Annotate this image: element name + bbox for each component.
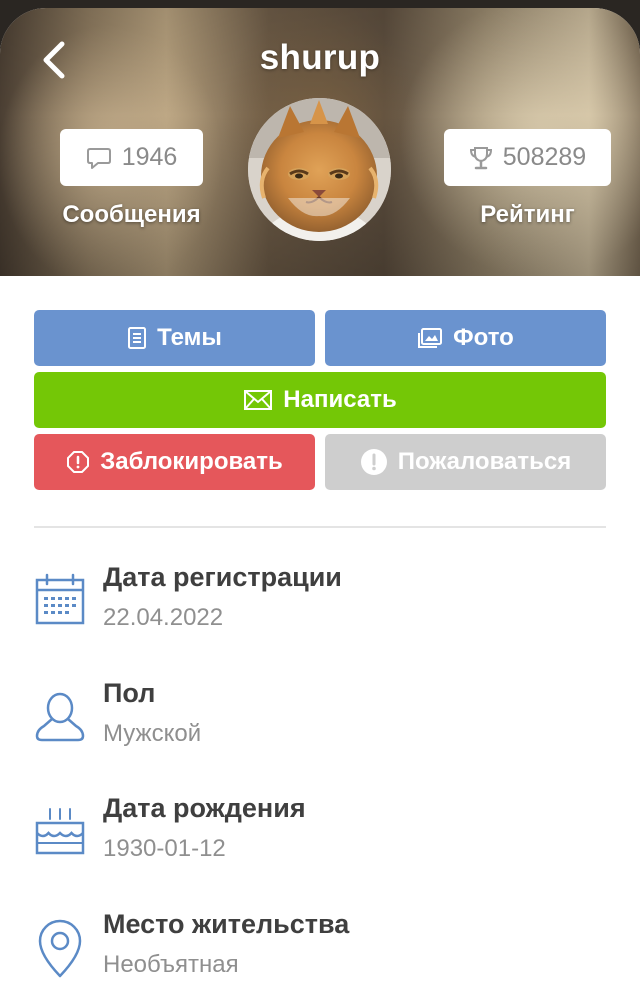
info-value: 1930-01-12	[103, 835, 226, 862]
messages-label: Сообщения	[62, 201, 201, 228]
profile-screen: shurup 1946 Сообщения 508289 Рейтинг Тем…	[0, 8, 640, 987]
photo-gallery-icon	[418, 328, 443, 348]
person-icon	[35, 692, 85, 742]
info-row-gender: Пол Мужской	[34, 678, 606, 768]
info-value: Необъятная	[103, 951, 239, 978]
envelope-icon	[244, 390, 273, 410]
info-label: Пол	[103, 678, 156, 708]
info-row-birth-date: Дата рождения 1930-01-12	[34, 793, 606, 883]
write-message-button[interactable]: Написать	[34, 372, 606, 428]
trophy-icon	[469, 146, 492, 169]
info-label: Дата регистрации	[103, 562, 342, 592]
avatar-cat-image	[248, 98, 391, 241]
photo-button-label: Фото	[453, 324, 514, 351]
octagon-warning-icon	[67, 451, 90, 473]
info-row-registration-date: Дата регистрации 22.04.2022	[34, 562, 606, 652]
location-pin-icon	[38, 919, 82, 978]
cake-icon	[35, 808, 85, 855]
topics-button-label: Темы	[157, 324, 222, 351]
rating-label: Рейтинг	[480, 201, 575, 228]
photo-button[interactable]: Фото	[325, 310, 606, 366]
profile-header: shurup 1946 Сообщения 508289 Рейтинг	[0, 8, 640, 276]
username-title: shurup	[259, 38, 381, 77]
info-value: 22.04.2022	[103, 604, 224, 631]
document-icon	[128, 327, 147, 349]
info-label: Место жительства	[103, 909, 350, 939]
write-button-label: Написать	[283, 386, 397, 413]
rating-box[interactable]: 508289	[444, 129, 611, 186]
report-button-label: Пожаловаться	[397, 448, 572, 475]
info-value: Мужской	[103, 720, 202, 747]
info-label: Дата рождения	[103, 793, 306, 823]
section-divider	[34, 526, 606, 528]
calendar-icon	[35, 573, 85, 625]
topics-button[interactable]: Темы	[34, 310, 315, 366]
block-button-label: Заблокировать	[100, 448, 283, 475]
avatar[interactable]	[248, 98, 391, 241]
report-button[interactable]: Пожаловаться	[325, 434, 606, 490]
rating-value: 508289	[502, 143, 587, 171]
chat-bubble-icon	[86, 147, 111, 169]
info-row-location: Место жительства Необъятная	[34, 909, 606, 987]
messages-count: 1946	[121, 143, 178, 171]
exclamation-circle-icon	[360, 449, 387, 475]
messages-count-box[interactable]: 1946	[60, 129, 203, 186]
block-button[interactable]: Заблокировать	[34, 434, 315, 490]
